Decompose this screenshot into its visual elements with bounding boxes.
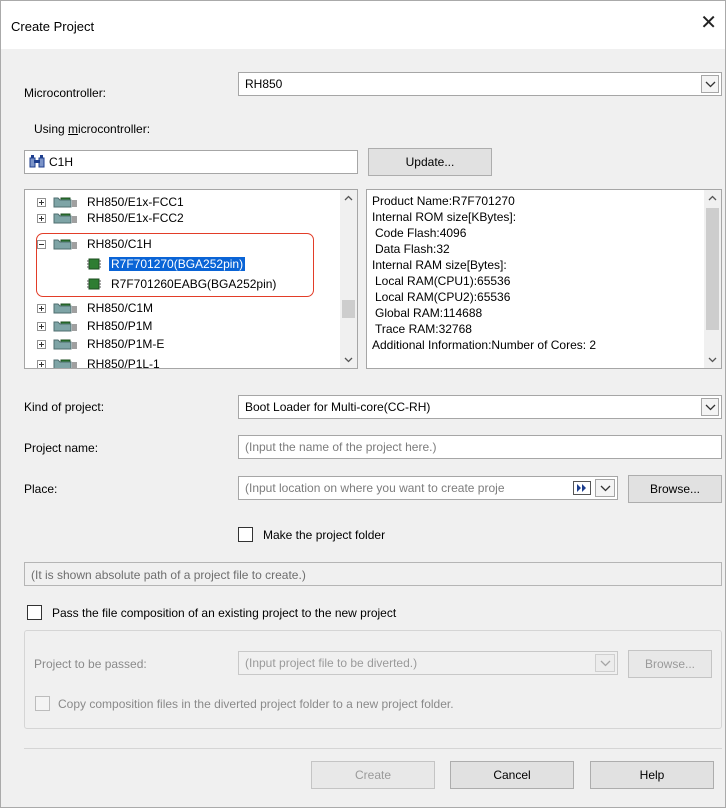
device-group-icon — [51, 211, 79, 228]
diverted-project-group — [24, 630, 722, 729]
help-button[interactable]: Help — [590, 761, 714, 789]
history-icon[interactable] — [573, 481, 591, 498]
device-group-icon — [51, 301, 79, 318]
tree-item-label: RH850/P1M — [87, 319, 153, 333]
place-label: Place: — [24, 482, 58, 496]
tree-item-label: RH850/P1L-1 — [87, 357, 160, 369]
project-to-be-passed-label: Project to be passed: — [34, 657, 147, 671]
button-separator — [24, 748, 722, 749]
microcontroller-select[interactable]: RH850 — [238, 72, 722, 96]
kind-of-project-label: Kind of project: — [24, 400, 105, 414]
project-name-field[interactable] — [239, 436, 721, 458]
tree-item[interactable]: RH850/E1x-FCC1 — [25, 194, 325, 210]
absolute-path-text: (It is shown absolute path of a project … — [31, 568, 306, 582]
info-line: Global RAM:114688 — [375, 306, 483, 320]
create-button: Create — [311, 761, 435, 789]
info-line: Additional Information:Number of Cores: … — [372, 338, 597, 352]
scroll-up-icon[interactable] — [704, 190, 721, 207]
tree-item-label: RH850/E1x-FCC2 — [87, 211, 184, 225]
scroll-down-icon[interactable] — [340, 351, 357, 368]
tree-scroll-thumb[interactable] — [342, 300, 355, 318]
info-scroll-thumb[interactable] — [706, 208, 719, 330]
make-folder-checkbox[interactable] — [238, 527, 253, 542]
device-search-box[interactable]: C1H — [24, 150, 358, 174]
update-button[interactable]: Update... — [368, 148, 492, 176]
tree-item[interactable]: RH850/P1M-E — [25, 336, 325, 352]
kind-of-project-value: Boot Loader for Multi-core(CC-RH) — [245, 400, 431, 414]
make-folder-label: Make the project folder — [263, 528, 386, 542]
info-line: Product Name:R7F701270 — [372, 194, 515, 208]
place-combo[interactable] — [238, 476, 618, 500]
tree-item[interactable]: RH850/P1L-1 — [25, 356, 325, 369]
tree-item-label: RH850/C1M — [87, 301, 154, 315]
expand-icon[interactable] — [37, 340, 46, 349]
place-field[interactable] — [239, 477, 569, 499]
close-icon[interactable]: ✕ — [700, 13, 717, 33]
info-line: Internal ROM size[KBytes]: — [372, 210, 517, 224]
pass-composition-checkbox[interactable] — [27, 605, 42, 620]
device-info-panel: Product Name:R7F701270 Internal ROM size… — [366, 189, 722, 369]
using-microcontroller-label: Using microcontroller: — [34, 122, 151, 136]
info-line: Local RAM(CPU2):65536 — [375, 290, 511, 304]
scroll-down-icon[interactable] — [704, 351, 721, 368]
expand-icon[interactable] — [37, 214, 46, 223]
device-group-icon — [51, 319, 79, 336]
title-bar: Create Project ✕ — [1, 1, 725, 49]
absolute-path-display: (It is shown absolute path of a project … — [24, 562, 722, 586]
project-name-input[interactable] — [238, 435, 722, 459]
copy-composition-label: Copy composition files in the diverted p… — [58, 697, 454, 711]
chevron-down-icon[interactable] — [701, 398, 719, 416]
expand-icon[interactable] — [37, 198, 46, 207]
pass-composition-label: Pass the file composition of an existing… — [52, 606, 397, 620]
project-to-be-passed-field — [239, 652, 579, 674]
expand-icon[interactable] — [37, 322, 46, 331]
device-group-icon — [51, 357, 79, 368]
tree-item[interactable]: RH850/C1M — [25, 300, 325, 316]
microcontroller-value: RH850 — [245, 77, 283, 91]
window-title: Create Project — [11, 19, 95, 34]
tree-item-label: RH850/P1M-E — [87, 337, 165, 351]
expand-icon[interactable] — [37, 304, 46, 313]
chevron-down-icon[interactable] — [595, 479, 615, 497]
info-line: Data Flash:32 — [375, 242, 450, 256]
tree-item-label: RH850/E1x-FCC1 — [87, 195, 184, 209]
cancel-button[interactable]: Cancel — [450, 761, 574, 789]
info-line: Code Flash:4096 — [375, 226, 467, 240]
chevron-down-icon — [595, 654, 615, 672]
tree-scrollbar[interactable] — [340, 190, 357, 368]
scroll-up-icon[interactable] — [340, 190, 357, 207]
device-search-icon — [29, 155, 45, 173]
copy-composition-checkbox — [35, 696, 50, 711]
device-group-icon — [51, 337, 79, 354]
info-scrollbar[interactable] — [704, 190, 721, 368]
device-search-value: C1H — [49, 155, 74, 169]
chevron-down-icon[interactable] — [701, 75, 719, 93]
create-project-dialog: Create Project ✕ Microcontroller: RH850 … — [0, 0, 726, 808]
place-browse-button[interactable]: Browse... — [628, 475, 722, 503]
annotation-highlight — [36, 233, 314, 297]
project-name-label: Project name: — [24, 441, 99, 455]
tree-item[interactable]: RH850/E1x-FCC2 — [25, 210, 325, 226]
expand-icon[interactable] — [37, 360, 46, 368]
info-line: Trace RAM:32768 — [375, 322, 472, 336]
kind-of-project-select[interactable]: Boot Loader for Multi-core(CC-RH) — [238, 395, 722, 419]
project-passed-browse-button: Browse... — [628, 650, 712, 678]
info-line: Local RAM(CPU1):65536 — [375, 274, 511, 288]
tree-item[interactable]: RH850/P1M — [25, 318, 325, 334]
info-line: Internal RAM size[Bytes]: — [372, 258, 507, 272]
project-to-be-passed-input — [238, 651, 618, 675]
microcontroller-label: Microcontroller: — [24, 86, 107, 100]
